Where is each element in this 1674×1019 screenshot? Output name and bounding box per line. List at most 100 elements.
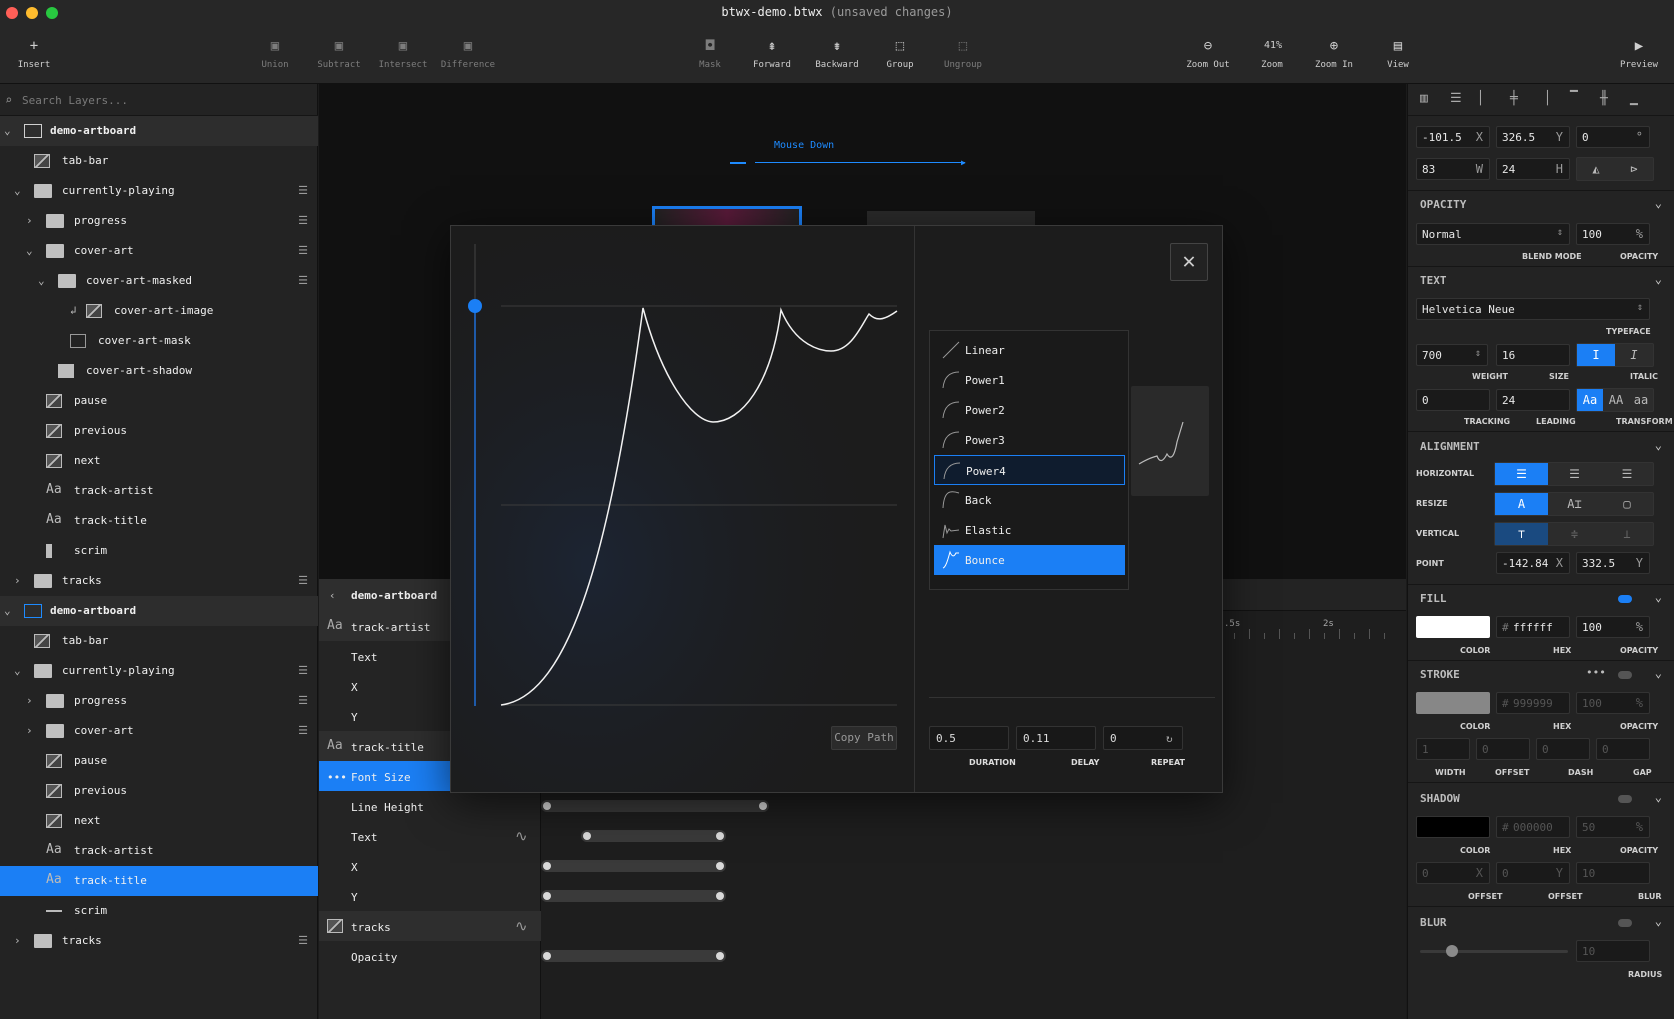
x-field[interactable]: -101.5 X <box>1416 126 1490 148</box>
tween-track[interactable] <box>541 950 726 962</box>
layer-row-track-title[interactable]: Aa track-title <box>0 506 318 536</box>
shadow-color-swatch[interactable] <box>1416 816 1490 838</box>
forward-button[interactable]: ⇞ Forward <box>748 38 796 70</box>
point-y-field[interactable]: 332.5 Y <box>1576 552 1650 574</box>
keyframe-handle[interactable] <box>543 892 551 900</box>
chevron-down-icon[interactable]: ⌄ <box>1655 666 1662 680</box>
layer-row-track-title[interactable]: Aa track-title <box>0 866 318 896</box>
mask-button[interactable]: ◘ Mask <box>690 38 730 70</box>
blur-slider-thumb[interactable] <box>1446 945 1458 957</box>
align-middle-icon[interactable]: ╫ <box>1600 91 1608 106</box>
layer-row-tracks[interactable]: › tracks ☰ <box>0 566 318 596</box>
ease-option-power2[interactable]: Power2 <box>934 395 1125 425</box>
font-size-field[interactable]: 16 <box>1496 344 1570 366</box>
chevron-down-icon[interactable]: ⌄ <box>14 184 21 197</box>
italic-icon[interactable]: I <box>1615 344 1653 366</box>
lock-icon[interactable]: ☰ <box>298 724 308 737</box>
timeline-row[interactable]: Line Height <box>319 791 541 821</box>
zoom-button[interactable]: 41% Zoom <box>1252 38 1292 70</box>
layer-row-scrim[interactable]: scrim <box>0 536 318 566</box>
layer-row-demo-artboard[interactable]: ⌄ demo-artboard <box>0 116 318 146</box>
chevron-right-icon[interactable]: › <box>14 934 21 947</box>
subtract-button[interactable]: ▣ Subtract <box>315 38 363 70</box>
layer-row-track-artist[interactable]: Aa track-artist <box>0 476 318 506</box>
backward-button[interactable]: ⇟ Backward <box>812 38 862 70</box>
stroke-opacity-field[interactable]: 100% <box>1576 692 1650 714</box>
transform-none[interactable]: Aa <box>1577 389 1603 411</box>
shadow-opacity-field[interactable]: 50% <box>1576 816 1650 838</box>
union-button[interactable]: ▣ Union <box>255 38 295 70</box>
ease-option-bounce[interactable]: Bounce <box>934 545 1125 575</box>
layer-row-cover-art[interactable]: ⌄ cover-art ☰ <box>0 236 318 266</box>
align-right-icon[interactable]: ▕ <box>1540 91 1548 106</box>
tracking-field[interactable]: 0 <box>1416 389 1490 411</box>
keyframe-handle[interactable] <box>759 802 767 810</box>
layer-row-currently-playing[interactable]: ⌄ currently-playing ☰ <box>0 656 318 686</box>
align-bottom-icon[interactable]: ⊥ <box>1601 523 1653 545</box>
zoom-out-button[interactable]: ⊖ Zoom Out <box>1180 38 1236 70</box>
more-icon[interactable]: ••• <box>327 771 347 784</box>
artboard-frame[interactable] <box>652 206 802 226</box>
stroke-color-swatch[interactable] <box>1416 692 1490 714</box>
layer-row-demo-artboard[interactable]: ⌄ demo-artboard <box>0 596 318 626</box>
layer-row-track-artist[interactable]: Aa track-artist <box>0 836 318 866</box>
weight-select[interactable]: 700 ⇕ <box>1416 344 1488 366</box>
ease-wave-icon[interactable]: ∿ <box>515 917 528 935</box>
chevron-down-icon[interactable]: ⌄ <box>4 604 11 617</box>
ease-option-elastic[interactable]: Elastic <box>934 515 1125 545</box>
layer-row-previous[interactable]: previous <box>0 776 318 806</box>
typeface-select[interactable]: Helvetica Neue ⇕ <box>1416 298 1650 320</box>
stroke-offset-field[interactable]: 0 <box>1476 738 1530 760</box>
chevron-down-icon[interactable]: ⌄ <box>1655 790 1662 804</box>
y-field[interactable]: 326.5 Y <box>1496 126 1570 148</box>
ease-option-back[interactable]: Back <box>934 485 1125 515</box>
align-left-icon[interactable]: ▏ <box>1480 91 1488 106</box>
layer-row-next[interactable]: next <box>0 806 318 836</box>
zoom-in-button[interactable]: ⊕ Zoom In <box>1310 38 1358 70</box>
ease-wave-icon[interactable]: ∿ <box>515 827 528 845</box>
stroke-hex-field[interactable]: #999999 <box>1496 692 1570 714</box>
shadow-blur-field[interactable]: 10 <box>1576 862 1650 884</box>
chevron-down-icon[interactable]: ⌄ <box>1655 196 1662 210</box>
transform-uppercase[interactable]: AA <box>1603 389 1629 411</box>
playhead-handle[interactable] <box>468 299 482 313</box>
keyframe-handle[interactable] <box>543 802 551 810</box>
blur-toggle[interactable] <box>1618 919 1632 927</box>
opacity-field[interactable]: 100% <box>1576 223 1650 245</box>
blur-radius-field[interactable]: 10 <box>1576 940 1650 962</box>
chevron-right-icon[interactable]: › <box>26 694 33 707</box>
layer-row-previous[interactable]: previous <box>0 416 318 446</box>
keyframe-handle[interactable] <box>716 892 724 900</box>
timeline-row[interactable]: tracks ∿ <box>319 911 541 941</box>
auto-width-icon[interactable]: A <box>1495 493 1548 515</box>
fill-toggle[interactable] <box>1618 595 1632 603</box>
chevron-down-icon[interactable]: ⌄ <box>1655 272 1662 286</box>
align-bottom-icon[interactable]: ▁ <box>1630 91 1638 106</box>
point-x-field[interactable]: -142.84 X <box>1496 552 1570 574</box>
insert-button[interactable]: + Insert <box>14 38 54 70</box>
ease-option-power4[interactable]: Power4 <box>934 455 1125 485</box>
lock-icon[interactable]: ☰ <box>298 694 308 707</box>
tween-track[interactable] <box>541 860 726 872</box>
transform-lowercase[interactable]: aa <box>1629 389 1653 411</box>
fill-color-swatch[interactable] <box>1416 616 1490 638</box>
chevron-down-icon[interactable]: ⌄ <box>4 124 11 137</box>
lock-icon[interactable]: ☰ <box>298 574 308 587</box>
timeline-row[interactable]: Opacity <box>319 941 541 971</box>
layer-row-currently-playing[interactable]: ⌄ currently-playing ☰ <box>0 176 318 206</box>
tween-track[interactable] <box>581 830 726 842</box>
shadow-toggle[interactable] <box>1618 795 1632 803</box>
shadow-hex-field[interactable]: #000000 <box>1496 816 1570 838</box>
layer-row-scrim[interactable]: scrim <box>0 896 318 926</box>
ease-option-power3[interactable]: Power3 <box>934 425 1125 455</box>
duration-field[interactable]: 0.5 <box>929 726 1009 750</box>
fill-hex-field[interactable]: # ffffff <box>1496 616 1570 638</box>
tween-track[interactable] <box>541 800 769 812</box>
chevron-down-icon[interactable]: ⌄ <box>26 244 33 257</box>
chevron-down-icon[interactable]: ⌄ <box>14 664 21 677</box>
align-middle-icon[interactable]: ≑ <box>1548 523 1601 545</box>
timeline-row[interactable]: Text ∿ <box>319 821 541 851</box>
stroke-width-field[interactable]: 1 <box>1416 738 1470 760</box>
layer-row-tab-bar[interactable]: tab-bar <box>0 626 318 656</box>
keyframe-handle[interactable] <box>716 862 724 870</box>
